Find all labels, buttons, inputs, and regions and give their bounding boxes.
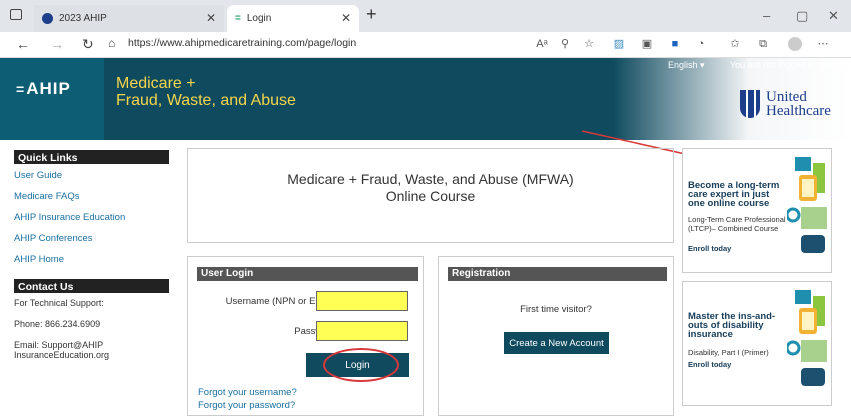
- ad-title: Master the ins-and-outs of disability in…: [688, 311, 776, 340]
- extension-3-icon[interactable]: ■: [668, 37, 682, 51]
- tab-login[interactable]: = Login ✕: [227, 5, 359, 32]
- sidebar-link-ahip-insurance-education[interactable]: AHIP Insurance Education: [14, 213, 169, 223]
- extension-icon[interactable]: ▨: [612, 37, 626, 51]
- url-field[interactable]: https://www.ahipmedicaretraining.com/pag…: [128, 37, 356, 49]
- ahip-favicon-icon: [42, 13, 53, 24]
- password-label: Password: [188, 326, 336, 337]
- home-icon[interactable]: ⌂: [108, 36, 115, 50]
- login-button[interactable]: Login: [306, 353, 409, 377]
- uhc-mark-icon: [740, 90, 760, 118]
- favorites-icon[interactable]: ✩: [728, 37, 742, 51]
- first-time-visitor-text: First time visitor?: [520, 304, 592, 315]
- registration-heading: Registration: [448, 267, 667, 281]
- read-aloud-icon[interactable]: Aᵃ: [535, 37, 549, 51]
- more-options-icon[interactable]: ⋯: [816, 37, 830, 51]
- forgot-username-link[interactable]: Forgot your username?: [198, 387, 297, 398]
- ahip-logo-panel: [0, 58, 104, 140]
- address-bar: ← → ↻ ⌂ https://www.ahipmedicaretraining…: [0, 32, 851, 58]
- forgot-password-link[interactable]: Forgot your password?: [198, 400, 295, 411]
- username-input[interactable]: [316, 291, 408, 311]
- course-title-box: Medicare + Fraud, Waste, and Abuse (MFWA…: [187, 148, 674, 243]
- forward-icon[interactable]: →: [50, 36, 64, 52]
- tab-2023-ahip[interactable]: 2023 AHIP ✕: [34, 5, 224, 32]
- extension-2-icon[interactable]: ▣: [640, 37, 654, 51]
- favorite-icon[interactable]: ☆: [582, 37, 596, 51]
- user-login-panel: User Login Username (NPN or Email) Passw…: [187, 256, 424, 416]
- ad-illustration-icon: [787, 290, 827, 386]
- login-favicon-icon: =: [235, 13, 241, 24]
- ad-title: Become a long-term care expert in just o…: [688, 180, 780, 209]
- ad-disability-insurance[interactable]: Master the ins-and-outs of disability in…: [682, 281, 832, 406]
- username-label: Username (NPN or Email): [225, 296, 336, 307]
- browser-tab-bar: 2023 AHIP ✕ = Login ✕ + – ▢ ✕: [0, 0, 851, 32]
- sidebar-link-user-guide[interactable]: User Guide: [14, 171, 169, 181]
- sidebar-link-ahip-conferences[interactable]: AHIP Conferences: [14, 234, 169, 244]
- minimize-icon[interactable]: –: [763, 8, 770, 23]
- split-screen-icon[interactable]: ◔: [694, 37, 708, 51]
- zoom-icon[interactable]: ⚲: [558, 37, 572, 51]
- close-tab-icon[interactable]: ✕: [206, 11, 216, 25]
- site-title: Medicare + Fraud, Waste, and Abuse: [116, 75, 296, 109]
- sidebar-link-ahip-home[interactable]: AHIP Home: [14, 255, 169, 265]
- tab-actions-icon[interactable]: [10, 9, 22, 20]
- new-tab-icon[interactable]: +: [366, 4, 377, 25]
- support-email: Email: Support@AHIP InsuranceEducation.o…: [14, 340, 110, 360]
- ad-illustration-icon: [787, 157, 827, 253]
- password-input[interactable]: [316, 321, 408, 341]
- contact-us-heading: Contact Us: [14, 279, 169, 293]
- profile-avatar[interactable]: [788, 37, 802, 51]
- ahip-logo[interactable]: =AHIP: [16, 79, 71, 99]
- language-selector[interactable]: English ▾: [668, 60, 705, 71]
- ad-cta[interactable]: Enroll today: [688, 244, 731, 253]
- tab-label: Login: [246, 13, 272, 24]
- close-window-icon[interactable]: ✕: [828, 8, 839, 24]
- login-status[interactable]: You are not logged in. (Log in): [730, 60, 850, 70]
- maximize-icon[interactable]: ▢: [796, 8, 808, 24]
- user-login-heading: User Login: [197, 267, 418, 281]
- sidebar: Quick Links User Guide Medicare FAQs AHI…: [14, 150, 169, 360]
- collections-icon[interactable]: ⧉: [756, 37, 770, 51]
- unitedhealthcare-logo: United Healthcare: [740, 90, 831, 119]
- course-title: Medicare + Fraud, Waste, and Abuse (MFWA…: [287, 171, 574, 204]
- sidebar-link-medicare-faqs[interactable]: Medicare FAQs: [14, 192, 169, 202]
- tab-label: 2023 AHIP: [59, 13, 107, 24]
- create-account-button[interactable]: Create a New Account: [504, 332, 609, 354]
- back-icon[interactable]: ←: [16, 36, 30, 52]
- ad-cta[interactable]: Enroll today: [688, 360, 731, 369]
- ad-subtitle: Long-Term Care Professional (LTCP)– Comb…: [688, 215, 786, 233]
- registration-panel: Registration First time visitor? Create …: [438, 256, 674, 416]
- site-banner: =AHIP Medicare + Fraud, Waste, and Abuse…: [0, 58, 851, 166]
- quick-links-heading: Quick Links: [14, 150, 169, 164]
- refresh-icon[interactable]: ↻: [82, 36, 94, 53]
- support-phone: Phone: 866.234.6909: [14, 319, 101, 329]
- ad-subtitle: Disability, Part I (Primer): [688, 348, 769, 357]
- tech-support-label: For Technical Support:: [14, 298, 104, 308]
- ad-long-term-care[interactable]: Become a long-term care expert in just o…: [682, 148, 832, 273]
- close-tab-icon[interactable]: ✕: [341, 11, 351, 25]
